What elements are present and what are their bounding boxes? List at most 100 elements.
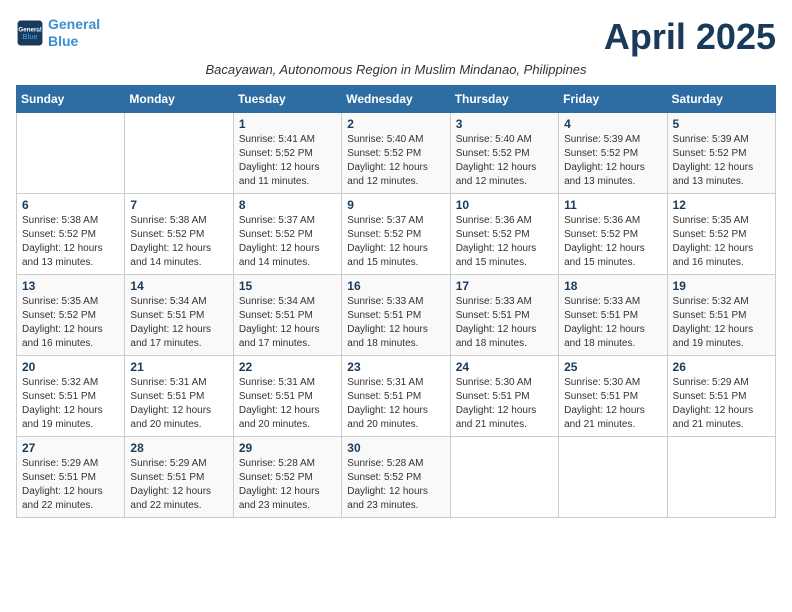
day-cell: 29 Sunrise: 5:28 AMSunset: 5:52 PMDayligh…	[233, 437, 341, 518]
day-cell: 14 Sunrise: 5:34 AMSunset: 5:51 PMDayligh…	[125, 275, 233, 356]
day-cell: 12 Sunrise: 5:35 AMSunset: 5:52 PMDayligh…	[667, 194, 775, 275]
day-number: 10	[456, 198, 553, 212]
day-number: 2	[347, 117, 444, 131]
day-info: Sunrise: 5:32 AMSunset: 5:51 PMDaylight:…	[22, 376, 119, 432]
day-cell: 25 Sunrise: 5:30 AMSunset: 5:51 PMDayligh…	[559, 356, 667, 437]
logo-icon: General Blue	[16, 19, 44, 47]
day-cell: 13 Sunrise: 5:35 AMSunset: 5:52 PMDayligh…	[17, 275, 125, 356]
day-cell	[450, 437, 558, 518]
day-info: Sunrise: 5:29 AMSunset: 5:51 PMDaylight:…	[673, 376, 770, 432]
month-title: April 2025	[604, 16, 776, 58]
day-info: Sunrise: 5:36 AMSunset: 5:52 PMDaylight:…	[456, 214, 553, 270]
week-row-1: 1 Sunrise: 5:41 AMSunset: 5:52 PMDaylight…	[17, 113, 776, 194]
day-info: Sunrise: 5:40 AMSunset: 5:52 PMDaylight:…	[456, 133, 553, 189]
day-number: 16	[347, 279, 444, 293]
day-cell: 2 Sunrise: 5:40 AMSunset: 5:52 PMDaylight…	[342, 113, 450, 194]
day-cell: 4Sunrise: 5:39 AMSunset: 5:52 PMDaylight…	[559, 113, 667, 194]
day-number: 13	[22, 279, 119, 293]
day-number: 12	[673, 198, 770, 212]
logo-text: General Blue	[48, 16, 100, 50]
day-info: Sunrise: 5:35 AMSunset: 5:52 PMDaylight:…	[22, 295, 119, 351]
day-number: 29	[239, 441, 336, 455]
subtitle: Bacayawan, Autonomous Region in Muslim M…	[16, 62, 776, 77]
day-info: Sunrise: 5:32 AMSunset: 5:51 PMDaylight:…	[673, 295, 770, 351]
day-cell: 1 Sunrise: 5:41 AMSunset: 5:52 PMDaylight…	[233, 113, 341, 194]
day-cell: 10 Sunrise: 5:36 AMSunset: 5:52 PMDayligh…	[450, 194, 558, 275]
day-info: Sunrise: 5:37 AMSunset: 5:52 PMDaylight:…	[347, 214, 444, 270]
day-number: 15	[239, 279, 336, 293]
day-number: 19	[673, 279, 770, 293]
day-info: Sunrise: 5:30 AMSunset: 5:51 PMDaylight:…	[564, 376, 661, 432]
day-info: Sunrise: 5:41 AMSunset: 5:52 PMDaylight:…	[239, 133, 336, 189]
day-info: Sunrise: 5:38 AMSunset: 5:52 PMDaylight:…	[22, 214, 119, 270]
day-number: 25	[564, 360, 661, 374]
day-number: 27	[22, 441, 119, 455]
day-info: Sunrise: 5:29 AMSunset: 5:51 PMDaylight:…	[130, 457, 227, 513]
day-info: Sunrise: 5:35 AMSunset: 5:52 PMDaylight:…	[673, 214, 770, 270]
day-cell: 3Sunrise: 5:40 AMSunset: 5:52 PMDaylight…	[450, 113, 558, 194]
day-cell: 21Sunrise: 5:31 AMSunset: 5:51 PMDayligh…	[125, 356, 233, 437]
day-info: Sunrise: 5:38 AMSunset: 5:52 PMDaylight:…	[130, 214, 227, 270]
day-cell: 19 Sunrise: 5:32 AMSunset: 5:51 PMDayligh…	[667, 275, 775, 356]
day-info: Sunrise: 5:36 AMSunset: 5:52 PMDaylight:…	[564, 214, 661, 270]
week-row-5: 27 Sunrise: 5:29 AMSunset: 5:51 PMDayligh…	[17, 437, 776, 518]
day-cell	[667, 437, 775, 518]
logo: General Blue General Blue	[16, 16, 100, 50]
day-cell: 20 Sunrise: 5:32 AMSunset: 5:51 PMDayligh…	[17, 356, 125, 437]
day-number: 1	[239, 117, 336, 131]
page-header: General Blue General Blue April 2025	[16, 16, 776, 58]
day-info: Sunrise: 5:34 AMSunset: 5:51 PMDaylight:…	[130, 295, 227, 351]
week-row-2: 6 Sunrise: 5:38 AMSunset: 5:52 PMDaylight…	[17, 194, 776, 275]
col-header-tuesday: Tuesday	[233, 86, 341, 113]
day-info: Sunrise: 5:33 AMSunset: 5:51 PMDaylight:…	[456, 295, 553, 351]
col-header-sunday: Sunday	[17, 86, 125, 113]
day-cell	[125, 113, 233, 194]
col-header-wednesday: Wednesday	[342, 86, 450, 113]
day-number: 20	[22, 360, 119, 374]
day-info: Sunrise: 5:33 AMSunset: 5:51 PMDaylight:…	[564, 295, 661, 351]
day-info: Sunrise: 5:40 AMSunset: 5:52 PMDaylight:…	[347, 133, 444, 189]
day-info: Sunrise: 5:31 AMSunset: 5:51 PMDaylight:…	[347, 376, 444, 432]
day-info: Sunrise: 5:34 AMSunset: 5:51 PMDaylight:…	[239, 295, 336, 351]
day-cell: 30 Sunrise: 5:28 AMSunset: 5:52 PMDayligh…	[342, 437, 450, 518]
day-cell: 26 Sunrise: 5:29 AMSunset: 5:51 PMDayligh…	[667, 356, 775, 437]
day-number: 6	[22, 198, 119, 212]
day-cell: 5Sunrise: 5:39 AMSunset: 5:52 PMDaylight…	[667, 113, 775, 194]
day-info: Sunrise: 5:33 AMSunset: 5:51 PMDaylight:…	[347, 295, 444, 351]
day-cell: 16 Sunrise: 5:33 AMSunset: 5:51 PMDayligh…	[342, 275, 450, 356]
day-number: 9	[347, 198, 444, 212]
day-info: Sunrise: 5:28 AMSunset: 5:52 PMDaylight:…	[239, 457, 336, 513]
day-number: 28	[130, 441, 227, 455]
day-number: 5	[673, 117, 770, 131]
day-cell: 18 Sunrise: 5:33 AMSunset: 5:51 PMDayligh…	[559, 275, 667, 356]
day-info: Sunrise: 5:31 AMSunset: 5:51 PMDaylight:…	[239, 376, 336, 432]
day-info: Sunrise: 5:39 AMSunset: 5:52 PMDaylight:…	[564, 133, 661, 189]
day-number: 7	[130, 198, 227, 212]
day-cell: 27Sunrise: 5:29 AMSunset: 5:51 PMDayligh…	[17, 437, 125, 518]
calendar-table: SundayMondayTuesdayWednesdayThursdayFrid…	[16, 85, 776, 518]
day-number: 17	[456, 279, 553, 293]
day-number: 18	[564, 279, 661, 293]
col-header-monday: Monday	[125, 86, 233, 113]
day-cell: 23Sunrise: 5:31 AMSunset: 5:51 PMDayligh…	[342, 356, 450, 437]
day-cell: 8Sunrise: 5:37 AMSunset: 5:52 PMDaylight…	[233, 194, 341, 275]
day-cell: 17 Sunrise: 5:33 AMSunset: 5:51 PMDayligh…	[450, 275, 558, 356]
day-info: Sunrise: 5:31 AMSunset: 5:51 PMDaylight:…	[130, 376, 227, 432]
svg-text:Blue: Blue	[22, 34, 37, 41]
day-cell: 11 Sunrise: 5:36 AMSunset: 5:52 PMDayligh…	[559, 194, 667, 275]
day-number: 24	[456, 360, 553, 374]
day-number: 14	[130, 279, 227, 293]
day-info: Sunrise: 5:30 AMSunset: 5:51 PMDaylight:…	[456, 376, 553, 432]
day-number: 30	[347, 441, 444, 455]
day-cell: 24 Sunrise: 5:30 AMSunset: 5:51 PMDayligh…	[450, 356, 558, 437]
day-info: Sunrise: 5:37 AMSunset: 5:52 PMDaylight:…	[239, 214, 336, 270]
week-row-4: 20 Sunrise: 5:32 AMSunset: 5:51 PMDayligh…	[17, 356, 776, 437]
day-cell	[559, 437, 667, 518]
day-info: Sunrise: 5:28 AMSunset: 5:52 PMDaylight:…	[347, 457, 444, 513]
day-cell: 22 Sunrise: 5:31 AMSunset: 5:51 PMDayligh…	[233, 356, 341, 437]
day-number: 26	[673, 360, 770, 374]
day-number: 22	[239, 360, 336, 374]
col-header-saturday: Saturday	[667, 86, 775, 113]
day-number: 11	[564, 198, 661, 212]
day-cell: 15 Sunrise: 5:34 AMSunset: 5:51 PMDayligh…	[233, 275, 341, 356]
